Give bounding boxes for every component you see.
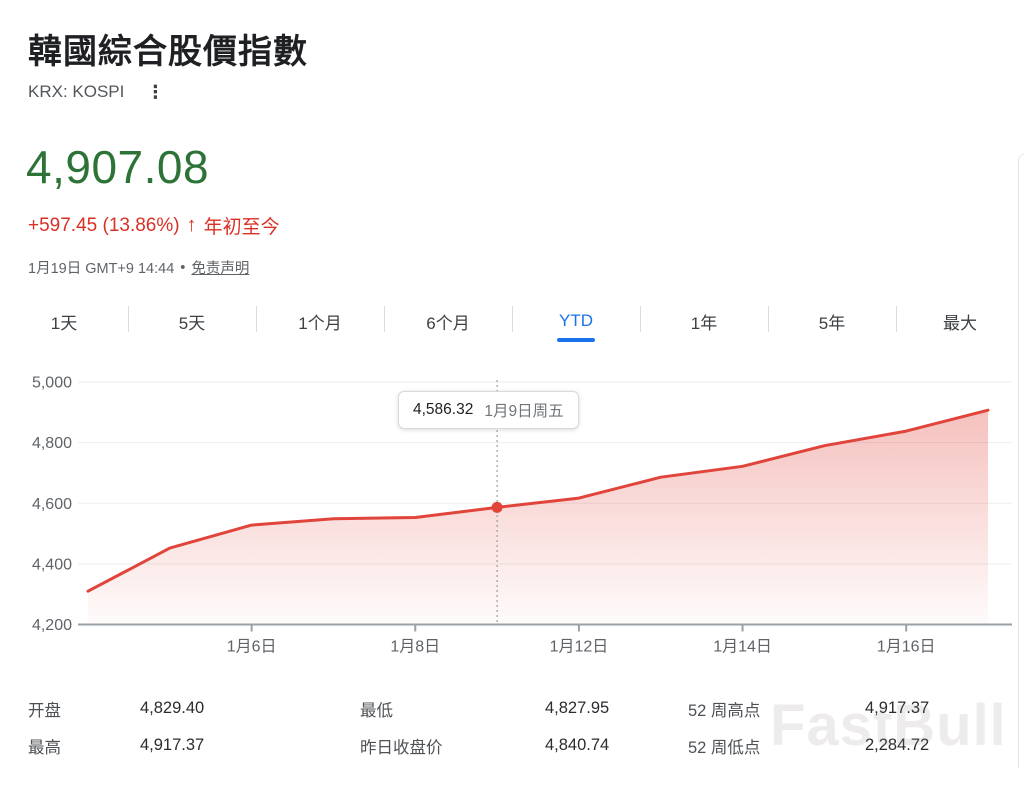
tab-1y[interactable]: 1年	[640, 300, 768, 342]
y-axis-label: 4,400	[32, 556, 72, 573]
stat-value-low: 4,827.95	[545, 699, 688, 718]
tab-1m[interactable]: 1个月	[256, 300, 384, 342]
timestamp: 1月19日 GMT+9 14:44	[28, 257, 174, 278]
y-axis-label: 4,800	[32, 435, 72, 452]
stat-value-prev-close: 4,840.74	[545, 736, 688, 755]
range-tab-bar: 1天 5天 1个月 6个月 YTD 1年 5年 最大	[0, 300, 1024, 342]
change-period-label: 年初至今	[204, 212, 280, 239]
price-change: +597.45 (13.86%)	[28, 215, 180, 237]
highlight-dot	[492, 502, 503, 513]
stat-value-high: 4,917.37	[140, 736, 360, 755]
stat-label-low: 最低	[360, 697, 545, 721]
tooltip-date: 1月9日周五	[484, 399, 563, 421]
current-price: 4,907.08	[26, 140, 209, 194]
x-axis-label: 1月8日	[390, 639, 440, 656]
y-axis-label: 5,000	[32, 375, 72, 392]
price-change-row: +597.45 (13.86%) ↑ 年初至今	[28, 212, 280, 239]
tab-5d[interactable]: 5天	[128, 300, 256, 342]
tab-6m[interactable]: 6个月	[384, 300, 512, 342]
stat-label-52w-high: 52 周高点	[688, 697, 865, 721]
x-axis-label: 1月12日	[550, 639, 609, 656]
adjacent-card-edge	[1018, 153, 1024, 768]
dot-separator: •	[180, 260, 185, 276]
x-axis-label: 1月14日	[713, 639, 772, 656]
active-tab-underline	[557, 338, 595, 342]
stat-label-52w-low: 52 周低点	[688, 734, 865, 758]
stat-value-52w-high: 4,917.37	[865, 699, 1003, 718]
stat-value-52w-low: 2,284.72	[865, 736, 1003, 755]
page-title: 韓國綜合股價指數	[28, 24, 308, 73]
kebab-menu-icon[interactable]: ⋮	[146, 83, 164, 101]
key-stats-table: 开盘 4,829.40 最低 4,827.95 52 周高点 4,917.37 …	[28, 690, 1003, 764]
exchange-ticker: KRX: KOSPI	[28, 82, 124, 102]
disclaimer-link[interactable]: 免责声明	[191, 257, 249, 278]
stat-label-high: 最高	[28, 734, 140, 758]
stat-label-prev-close: 昨日收盘价	[360, 734, 545, 758]
up-arrow-icon: ↑	[187, 214, 197, 237]
y-axis-label: 4,600	[32, 496, 72, 513]
tab-ytd[interactable]: YTD	[512, 300, 640, 342]
tooltip-value: 4,586.32	[413, 401, 473, 419]
x-axis-label: 1月16日	[877, 639, 936, 656]
exchange-row: KRX: KOSPI ⋮	[28, 82, 164, 102]
tab-1d[interactable]: 1天	[0, 300, 128, 342]
tab-5y[interactable]: 5年	[768, 300, 896, 342]
y-axis-label: 4,200	[32, 617, 72, 634]
x-axis-label: 1月6日	[227, 639, 277, 656]
finance-quote-page: 韓國綜合股價指數 KRX: KOSPI ⋮ 4,907.08 +597.45 (…	[0, 0, 1024, 798]
chart-tooltip: 4,586.32 1月9日周五	[398, 391, 579, 429]
stat-value-open: 4,829.40	[140, 699, 360, 718]
timestamp-row: 1月19日 GMT+9 14:44 • 免责声明	[28, 257, 249, 278]
tab-max[interactable]: 最大	[896, 300, 1024, 342]
stat-label-open: 开盘	[28, 697, 140, 721]
